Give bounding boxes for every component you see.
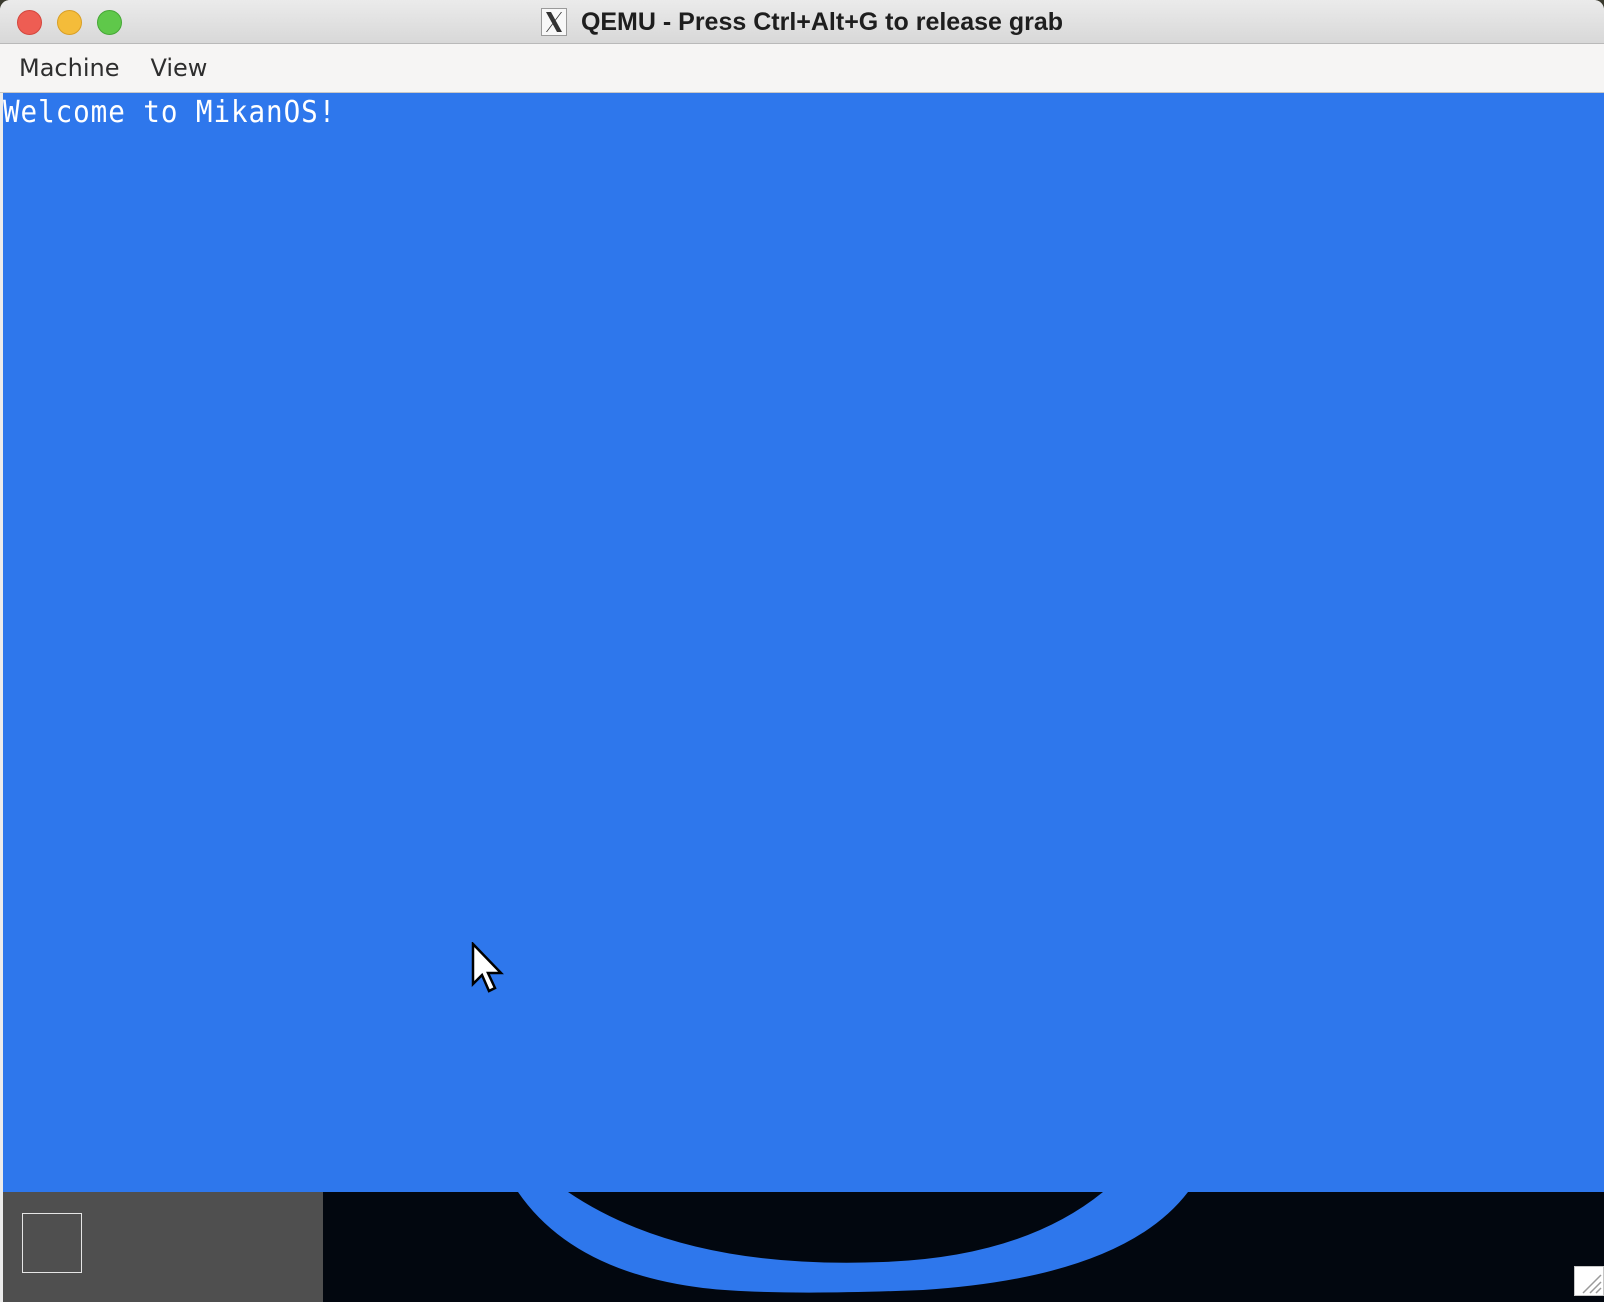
menu-machine[interactable]: Machine bbox=[8, 44, 130, 93]
resize-grip-icon[interactable] bbox=[1574, 1266, 1604, 1296]
taskbar bbox=[3, 1192, 323, 1302]
title-group: QEMU - Press Ctrl+Alt+G to release grab bbox=[0, 0, 1604, 44]
mouse-pointer-icon bbox=[471, 942, 504, 993]
menu-view[interactable]: View bbox=[139, 44, 218, 93]
square-outline-icon[interactable] bbox=[22, 1213, 82, 1273]
qemu-window: QEMU - Press Ctrl+Alt+G to release grab … bbox=[0, 0, 1604, 1302]
menu-bar: Machine View bbox=[0, 44, 1604, 93]
guest-display[interactable]: Welcome to MikanOS! bbox=[3, 93, 1604, 1192]
title-bar[interactable]: QEMU - Press Ctrl+Alt+G to release grab bbox=[0, 0, 1604, 44]
guest-bottom-area bbox=[3, 1192, 1604, 1302]
x11-icon bbox=[540, 8, 567, 36]
console-welcome-text: Welcome to MikanOS! bbox=[3, 95, 337, 130]
window-title: QEMU - Press Ctrl+Alt+G to release grab bbox=[580, 7, 1064, 36]
